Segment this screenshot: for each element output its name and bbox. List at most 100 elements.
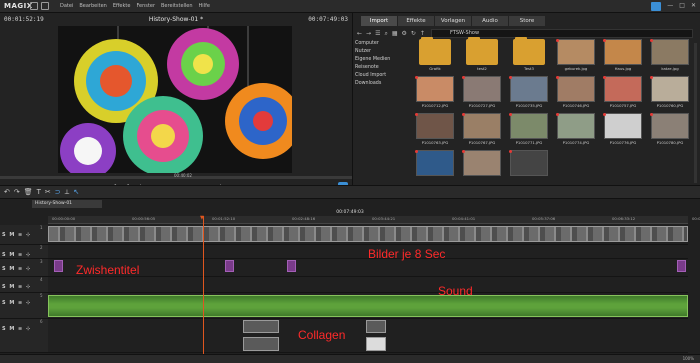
audio-clip[interactable]: [48, 295, 688, 317]
project-tab[interactable]: History-Show-01: [32, 200, 102, 208]
timeline-timecode: 00:07:49:03: [336, 210, 364, 215]
media-thumbnail[interactable]: P1010746.JPG: [556, 76, 596, 111]
tree-item[interactable]: Eigene Medien: [355, 56, 413, 64]
track-controls[interactable]: S M ≡ ⊹: [2, 266, 31, 272]
link-icon[interactable]: ⊃: [55, 188, 61, 197]
media-thumbnail[interactable]: P1010727.JPG: [462, 76, 502, 111]
menu-item-bereitstellen[interactable]: Bereitstellen: [161, 3, 193, 9]
file-icon[interactable]: [30, 2, 38, 10]
folder-item[interactable]: Test3: [509, 37, 549, 74]
annotation-collages: Collagen: [298, 328, 346, 342]
media-thumbnail[interactable]: P1010760.JPG: [650, 76, 690, 111]
media-thumbnail[interactable]: P1010757.JPG: [603, 76, 643, 111]
tree-item[interactable]: Computer: [355, 40, 413, 48]
tab-vorlagen[interactable]: Vorlagen: [435, 16, 471, 26]
collage-clip[interactable]: [366, 337, 386, 351]
track-controls[interactable]: S M ≡ ⊹: [2, 284, 31, 290]
up-folder-icon[interactable]: ↑: [420, 30, 425, 37]
track-controls[interactable]: S M ≡ ⊹: [2, 252, 31, 258]
video-frame[interactable]: [58, 26, 292, 173]
menu-item-effekte[interactable]: Effekte: [113, 3, 131, 9]
track-header[interactable]: S M ≡ ⊹ 1: [0, 225, 48, 245]
timeline-ruler[interactable]: 00:00:00:00 00:00:56:05 00:01:52:10 00:02:4…: [48, 216, 700, 224]
folder-item[interactable]: Grafik: [415, 37, 455, 74]
media-thumbnail[interactable]: P1010776.JPG: [603, 113, 643, 148]
track-header[interactable]: S M ≡ ⊹ 6: [0, 319, 48, 353]
track-controls[interactable]: S M ≡ ⊹: [2, 300, 31, 306]
title-clip[interactable]: [54, 260, 63, 272]
track-5-content: [48, 293, 688, 319]
close-icon[interactable]: ✕: [691, 2, 696, 11]
media-thumbnail[interactable]: Haus.jpg: [603, 39, 643, 74]
media-thumbnail[interactable]: [415, 150, 455, 185]
track-header[interactable]: S M ≡ ⊹ 2: [0, 245, 48, 259]
tab-import[interactable]: Import: [361, 16, 397, 26]
tree-item[interactable]: Nutzer: [355, 48, 413, 56]
collage-clip[interactable]: [243, 320, 279, 333]
playhead[interactable]: [203, 216, 204, 362]
mouse-mode-icon[interactable]: ↖: [73, 188, 79, 197]
media-thumbnail[interactable]: P1010735.JPG: [509, 76, 549, 111]
media-thumbnail[interactable]: [462, 150, 502, 185]
redo-icon[interactable]: ↷: [14, 188, 20, 197]
back-icon[interactable]: ←: [357, 30, 362, 37]
menu-item-hilfe[interactable]: Hilfe: [199, 3, 210, 9]
menu-item-bearbeiten[interactable]: Bearbeiten: [79, 3, 106, 9]
track-header[interactable]: S M ≡ ⊹ 5: [0, 293, 48, 319]
marker-dot-icon: [415, 76, 418, 79]
refresh-icon[interactable]: ↻: [411, 30, 416, 37]
help-icon[interactable]: [651, 2, 662, 11]
media-thumbnail[interactable]: P1010780.JPG: [650, 113, 690, 148]
media-label: P1010735.JPG: [515, 103, 543, 108]
tab-store[interactable]: Store: [509, 16, 545, 26]
track-number: 6: [40, 319, 43, 324]
delete-icon[interactable]: 🗑: [24, 188, 33, 197]
media-thumbnail[interactable]: katze.jpg: [650, 39, 690, 74]
image-thumbnail: [416, 76, 454, 102]
title-clip[interactable]: [677, 260, 686, 272]
tree-item[interactable]: Cloud Import: [355, 72, 413, 80]
tab-effekte[interactable]: Effekte: [398, 16, 434, 26]
minimize-icon[interactable]: —: [667, 2, 673, 11]
collage-clip[interactable]: [243, 337, 279, 351]
forward-icon[interactable]: →: [366, 30, 371, 37]
media-label: P1010746.JPG: [562, 103, 590, 108]
track-header[interactable]: S M ≡ ⊹ 4: [0, 277, 48, 293]
search-icon[interactable]: ⌕: [384, 30, 387, 38]
media-thumbnail[interactable]: P1010771.JPG: [509, 113, 549, 148]
title-clip[interactable]: [287, 260, 296, 272]
menu-item-datei[interactable]: Datei: [60, 3, 73, 9]
media-label: P1010774.JPG: [562, 140, 590, 145]
image-clips[interactable]: [48, 226, 688, 242]
tab-audio[interactable]: Audio: [472, 16, 508, 26]
media-thumbnail[interactable]: geburek.jpg: [556, 39, 596, 74]
tree-item[interactable]: Reisenote: [355, 64, 413, 72]
playhead-marker-icon[interactable]: ▼: [200, 215, 204, 221]
media-thumbnail[interactable]: P1010712.JPG: [415, 76, 455, 111]
title-clip[interactable]: [225, 260, 234, 272]
tree-item[interactable]: Downloads: [355, 80, 413, 88]
media-scrollbar[interactable]: [694, 43, 697, 183]
maximize-icon[interactable]: □: [679, 2, 685, 11]
media-thumbnail[interactable]: P1010774.JPG: [556, 113, 596, 148]
cut-icon[interactable]: ✂: [45, 188, 51, 197]
media-thumbnail[interactable]: [509, 150, 549, 185]
settings-icon[interactable]: ⚙: [402, 30, 407, 37]
text-icon[interactable]: T: [37, 188, 41, 197]
save-icon[interactable]: [41, 2, 49, 10]
folder-item[interactable]: test2: [462, 37, 502, 74]
list-view-icon[interactable]: ☰: [375, 30, 380, 37]
split-icon[interactable]: ⟂: [65, 188, 70, 197]
grid-view-icon[interactable]: ▦: [392, 30, 398, 37]
ruler-tick-label: 00:04:41:01: [452, 216, 476, 221]
track-header[interactable]: S M ≡ ⊹ 3: [0, 259, 48, 277]
marker-dot-icon: [650, 113, 653, 116]
collage-clip[interactable]: [366, 320, 386, 333]
undo-icon[interactable]: ↶: [4, 188, 10, 197]
track-controls[interactable]: S M ≡ ⊹: [2, 232, 31, 238]
folder-icon: [513, 37, 545, 65]
menu-item-fenster[interactable]: Fenster: [136, 3, 155, 9]
track-controls[interactable]: S M ≡ ⊹: [2, 326, 31, 332]
media-thumbnail[interactable]: P1010763.JPG: [415, 113, 455, 148]
media-thumbnail[interactable]: P1010767.JPG: [462, 113, 502, 148]
